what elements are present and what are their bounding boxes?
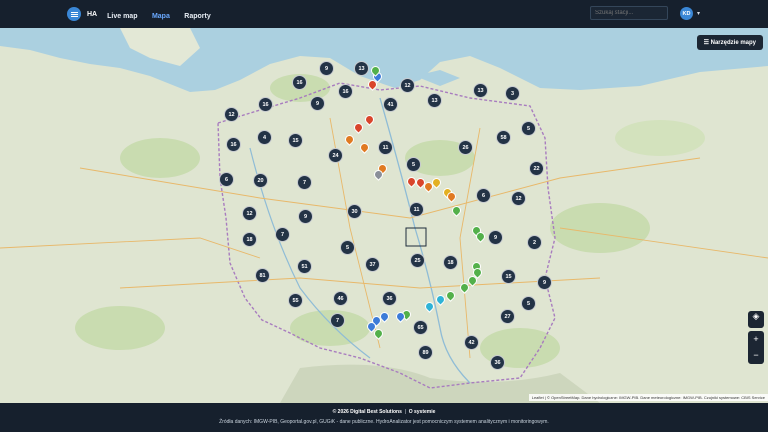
station-cluster[interactable]: 13 xyxy=(473,83,488,98)
station-cluster[interactable]: 3 xyxy=(505,86,520,101)
station-cluster[interactable]: 27 xyxy=(500,309,515,324)
main-nav: Live map Mapa Raporty xyxy=(97,5,211,23)
station-cluster[interactable]: 7 xyxy=(275,227,290,242)
station-cluster[interactable]: 81 xyxy=(255,268,270,283)
station-cluster[interactable]: 58 xyxy=(496,130,511,145)
station-cluster[interactable]: 22 xyxy=(529,161,544,176)
station-cluster[interactable]: 5 xyxy=(340,240,355,255)
station-cluster[interactable]: 46 xyxy=(333,291,348,306)
station-cluster[interactable]: 37 xyxy=(365,257,380,272)
station-cluster[interactable]: 42 xyxy=(464,335,479,350)
station-cluster[interactable]: 6 xyxy=(476,188,491,203)
chevron-down-icon[interactable]: ▾ xyxy=(697,10,700,17)
zoom-control: + − xyxy=(748,331,764,364)
station-cluster[interactable]: 9 xyxy=(319,61,334,76)
station-cluster[interactable]: 65 xyxy=(413,320,428,335)
station-cluster[interactable]: 30 xyxy=(347,204,362,219)
station-cluster[interactable]: 24 xyxy=(328,148,343,163)
station-cluster[interactable]: 15 xyxy=(501,269,516,284)
brand-logo[interactable]: HA xyxy=(87,11,97,18)
station-cluster[interactable]: 36 xyxy=(490,355,505,370)
station-cluster[interactable]: 7 xyxy=(330,313,345,328)
nav-live-map[interactable]: Live map xyxy=(107,13,137,20)
station-cluster[interactable]: 9 xyxy=(537,275,552,290)
station-cluster[interactable]: 7 xyxy=(297,175,312,190)
map-canvas[interactable]: ☰ Narzędzie mapy ◈ + − Leaflet | © OpenS… xyxy=(0,28,768,403)
station-cluster[interactable]: 20 xyxy=(253,173,268,188)
zoom-out-button[interactable]: − xyxy=(753,347,758,363)
station-cluster[interactable]: 55 xyxy=(288,293,303,308)
station-cluster[interactable]: 2 xyxy=(527,235,542,250)
station-search-input[interactable] xyxy=(590,6,668,20)
zoom-in-button[interactable]: + xyxy=(753,331,758,347)
page-footer: © 2026 Digital Best Solutions | O system… xyxy=(0,403,768,432)
copyright-text: © 2026 Digital Best Solutions xyxy=(332,409,402,415)
station-cluster[interactable]: 16 xyxy=(338,84,353,99)
map-background xyxy=(0,28,768,403)
station-cluster[interactable]: 11 xyxy=(378,140,393,155)
station-cluster[interactable]: 13 xyxy=(427,93,442,108)
station-cluster[interactable]: 9 xyxy=(298,209,313,224)
locate-button[interactable]: ◈ xyxy=(748,311,764,328)
menu-icon[interactable] xyxy=(67,7,81,21)
crosshair-icon: ◈ xyxy=(752,311,760,321)
station-cluster[interactable]: 15 xyxy=(288,133,303,148)
station-cluster[interactable]: 12 xyxy=(224,107,239,122)
about-link[interactable]: O systemie xyxy=(409,409,436,415)
station-cluster[interactable]: 9 xyxy=(310,96,325,111)
station-cluster[interactable]: 26 xyxy=(458,140,473,155)
map-tools-label: Narzędzie mapy xyxy=(710,40,756,46)
station-cluster[interactable]: 5 xyxy=(406,157,421,172)
station-cluster[interactable]: 12 xyxy=(511,191,526,206)
nav-raporty[interactable]: Raporty xyxy=(184,13,210,20)
station-cluster[interactable]: 11 xyxy=(409,202,424,217)
station-cluster[interactable]: 13 xyxy=(354,61,369,76)
station-cluster[interactable]: 16 xyxy=(226,137,241,152)
nav-mapa[interactable]: Mapa xyxy=(152,13,170,20)
station-cluster[interactable]: 12 xyxy=(400,78,415,93)
top-navbar: HA Live map Mapa Raporty KD ▾ xyxy=(0,0,768,28)
station-cluster[interactable]: 36 xyxy=(382,291,397,306)
station-cluster[interactable]: 6 xyxy=(219,172,234,187)
station-cluster[interactable]: 18 xyxy=(443,255,458,270)
station-cluster[interactable]: 9 xyxy=(488,230,503,245)
station-cluster[interactable]: 5 xyxy=(521,296,536,311)
station-cluster[interactable]: 5 xyxy=(521,121,536,136)
data-sources-text: Źródła danych: IMGW-PIB, Geoportal.gov.p… xyxy=(219,419,549,425)
station-cluster[interactable]: 16 xyxy=(258,97,273,112)
station-cluster[interactable]: 89 xyxy=(418,345,433,360)
user-avatar[interactable]: KD xyxy=(680,7,693,20)
station-cluster[interactable]: 25 xyxy=(410,253,425,268)
station-cluster[interactable]: 4 xyxy=(257,130,272,145)
station-cluster[interactable]: 41 xyxy=(383,97,398,112)
station-cluster[interactable]: 18 xyxy=(242,232,257,247)
station-cluster[interactable]: 51 xyxy=(297,259,312,274)
map-tools-button[interactable]: ☰ Narzędzie mapy xyxy=(696,35,763,50)
station-cluster[interactable]: 12 xyxy=(242,206,257,221)
map-attribution: Leaflet | © OpenStreetMap. Dane hydrolog… xyxy=(528,394,768,401)
station-cluster[interactable]: 16 xyxy=(292,75,307,90)
